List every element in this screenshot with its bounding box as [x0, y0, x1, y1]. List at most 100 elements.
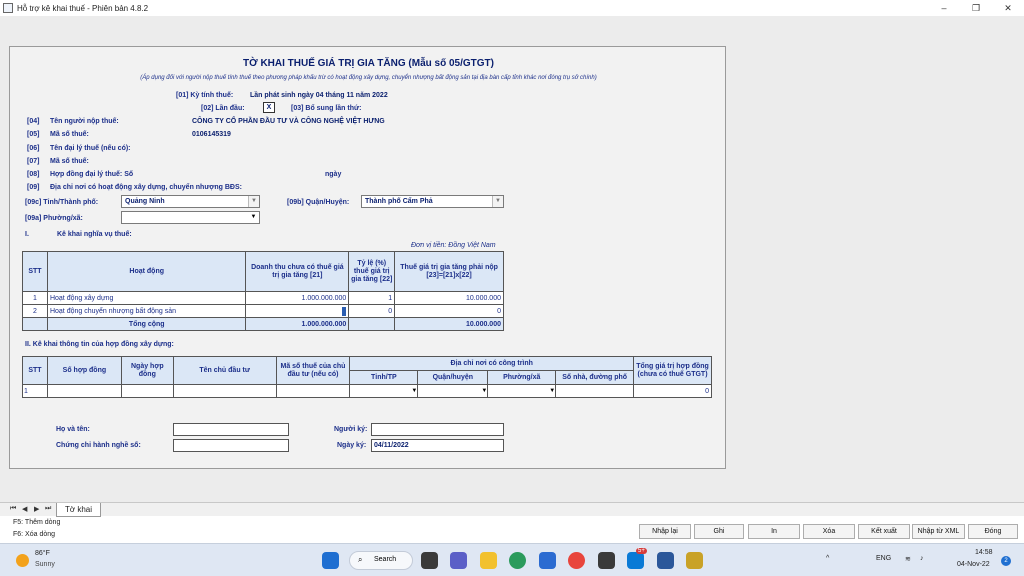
next-sheet-icon[interactable]: ▶	[34, 505, 39, 513]
rate-cell[interactable]: 1	[348, 291, 396, 305]
province-cell-dropdown[interactable]: ▼	[349, 384, 419, 398]
col-rate: Tỷ lệ (%) thuế giá trị gia tăng [22]	[348, 251, 396, 292]
app-taskbar-icon[interactable]	[598, 552, 615, 569]
col-contract-date: Ngày hợp đồng	[120, 356, 174, 385]
weather-temp: 86°F	[35, 550, 50, 557]
revenue-cell-active[interactable]	[245, 304, 350, 318]
contract-table: STT Số hợp đồng Ngày hợp đồng Tên chủ đầ…	[22, 356, 712, 398]
chrome-icon[interactable]	[568, 552, 585, 569]
revenue-cell[interactable]: 1.000.000.000	[245, 291, 350, 305]
form-subtitle: (Áp dụng đối với người nộp thuế tính thu…	[140, 75, 597, 81]
clock-time[interactable]: 14:58	[975, 549, 993, 556]
store-icon[interactable]	[539, 552, 556, 569]
district-select[interactable]: Thành phố Cẩm Phả ▼	[361, 195, 504, 208]
district-value: Thành phố Cẩm Phả	[365, 198, 433, 205]
first-sheet-icon[interactable]: ⏮	[10, 505, 16, 513]
contract-date-cell[interactable]	[120, 384, 174, 398]
task-view-icon[interactable]	[421, 552, 438, 569]
first-time-checkbox[interactable]: X	[263, 102, 275, 113]
col-stt: STT	[22, 356, 48, 385]
contract-total-cell[interactable]: 0	[633, 384, 712, 398]
wifi-icon[interactable]: ≋	[905, 555, 911, 563]
cert-input[interactable]	[173, 439, 289, 452]
signer-label: Người ký:	[334, 426, 368, 433]
notification-badge: 5+	[636, 548, 647, 554]
messenger-icon[interactable]	[627, 552, 644, 569]
minimize-button[interactable]: –	[928, 0, 960, 16]
volume-icon[interactable]: ♪	[920, 555, 924, 562]
window-title: Hỗ trợ kê khai thuế - Phiên bản 4.8.2	[17, 3, 149, 13]
row-activity: Hoạt động chuyển nhượng bất động sản	[46, 304, 247, 318]
hint-add-row: F5: Thêm dòng	[13, 519, 61, 526]
agent-name-label: Tên đại lý thuế (nếu có):	[50, 145, 131, 152]
tab-to-khai[interactable]: Tờ khai	[56, 503, 102, 517]
prev-sheet-icon[interactable]: ◀	[22, 505, 27, 513]
chevron-down-icon: ▼	[248, 212, 259, 223]
contract-no-cell[interactable]	[46, 384, 122, 398]
code-04: [04]	[27, 118, 40, 125]
close-button[interactable]: Đóng	[968, 524, 1018, 539]
province-label: [09c] Tỉnh/Thành phố:	[25, 199, 99, 206]
sign-date-input[interactable]: 04/11/2022	[371, 439, 504, 452]
full-name-label: Họ và tên:	[56, 426, 90, 433]
word-icon[interactable]	[657, 552, 674, 569]
row-activity: Hoạt động xây dựng	[46, 291, 247, 305]
total-revenue: 1.000.000.000	[245, 317, 350, 331]
street-cell[interactable]	[555, 384, 635, 398]
table-row: 2 Hoạt động chuyển nhượng bất động sản 0…	[22, 304, 504, 318]
section-1-title: Kê khai nghĩa vụ thuế:	[57, 231, 132, 238]
taskbar-search[interactable]: ⌕ Search	[349, 551, 413, 570]
chevron-down-icon: ▼	[492, 196, 503, 207]
ward-select[interactable]: ▼	[121, 211, 260, 224]
row-stt: 2	[22, 304, 48, 318]
vat-cell: 10.000.000	[394, 291, 504, 305]
col-province: Tỉnh/TP	[349, 370, 419, 385]
owner-tax-cell[interactable]	[275, 384, 351, 398]
province-select[interactable]: Quảng Ninh ▼	[121, 195, 260, 208]
ward-cell-dropdown[interactable]: ▼	[487, 384, 557, 398]
print-button[interactable]: In	[748, 524, 800, 539]
col-stt: STT	[22, 251, 48, 292]
col-owner-tax: Mã số thuế của chủ đầu tư (nếu có)	[275, 356, 351, 385]
chevron-up-icon[interactable]: ^	[826, 555, 829, 562]
owner-cell[interactable]	[172, 384, 277, 398]
cert-label: Chứng chỉ hành nghề số:	[56, 442, 141, 449]
period-label: [01] Kỳ tính thuế:	[176, 92, 234, 99]
last-sheet-icon[interactable]: ⏭	[45, 505, 51, 513]
save-button[interactable]: Ghi	[694, 524, 744, 539]
clock-date[interactable]: 04-Nov-22	[957, 561, 990, 568]
delete-button[interactable]: Xóa	[803, 524, 855, 539]
col-street: Số nhà, đường phố	[555, 370, 635, 385]
close-window-button[interactable]: ✕	[992, 0, 1024, 16]
tax-app-icon[interactable]	[686, 552, 703, 569]
district-cell-dropdown[interactable]: ▼	[417, 384, 489, 398]
export-button[interactable]: Kết xuất	[858, 524, 910, 539]
col-vat: Thuế giá trị gia tăng phải nộp [23]=[21]…	[394, 251, 504, 292]
file-explorer-icon[interactable]	[480, 552, 497, 569]
signer-input[interactable]	[371, 423, 504, 436]
import-xml-button[interactable]: Nhập từ XML	[912, 524, 965, 539]
taxpayer-name-label: Tên người nộp thuế:	[50, 118, 119, 125]
chat-icon[interactable]	[450, 552, 467, 569]
section-1-number: I.	[25, 231, 29, 238]
search-label: Search	[374, 556, 397, 563]
windows-start-icon[interactable]	[322, 552, 339, 569]
notification-count[interactable]: 2	[1001, 556, 1011, 566]
edge-icon[interactable]	[509, 552, 526, 569]
full-name-input[interactable]	[173, 423, 289, 436]
tax-code-value: 0106145319	[192, 131, 231, 138]
reset-button[interactable]: Nhập lại	[639, 524, 691, 539]
table-header-row: STT Số hợp đồng Ngày hợp đồng Tên chủ đầ…	[22, 356, 712, 385]
windows-taskbar: 86°F Sunny ⌕ Search 5+ ^ ENG ≋ ♪ 14:58 0…	[0, 543, 1024, 576]
province-value: Quảng Ninh	[125, 198, 165, 205]
first-time-label: [02] Lần đầu:	[201, 105, 245, 112]
table-header-row: STT Hoạt động Doanh thu chưa có thuế giá…	[22, 251, 504, 292]
restore-button[interactable]: ❐	[960, 0, 992, 16]
tax-code-label: Mã số thuế:	[50, 131, 89, 138]
rate-cell[interactable]: 0	[348, 304, 396, 318]
tax-form: TỜ KHAI THUẾ GIÁ TRỊ GIA TĂNG (Mẫu số 05…	[9, 46, 726, 469]
language-indicator[interactable]: ENG	[876, 555, 891, 562]
district-label: [09b] Quận/Huyện:	[287, 199, 350, 206]
period-value: Lần phát sinh ngày 04 tháng 11 năm 2022	[250, 92, 388, 99]
code-07: [07]	[27, 158, 40, 165]
